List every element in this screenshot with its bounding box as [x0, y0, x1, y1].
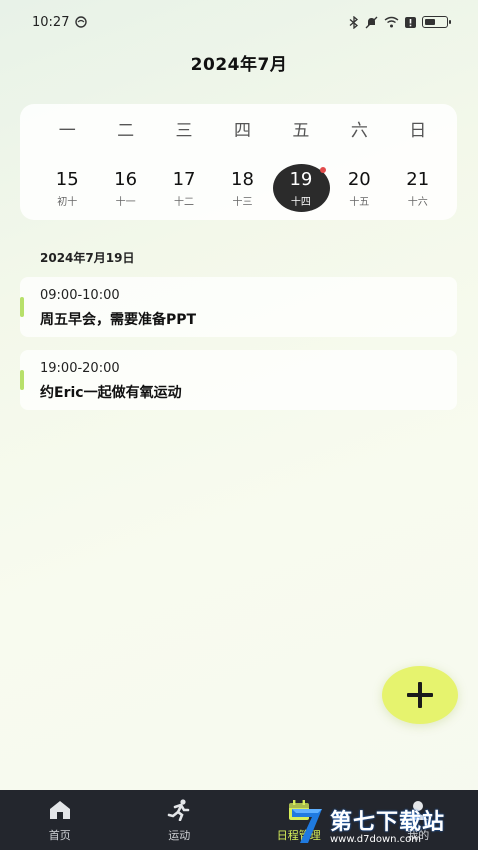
battery-icon	[422, 16, 451, 28]
lunar-date: 十一	[115, 196, 136, 208]
event-color-bar	[20, 297, 24, 317]
day-number: 19	[289, 168, 313, 190]
lunar-date: 十五	[349, 196, 370, 208]
add-event-button[interactable]	[382, 666, 458, 724]
day-cell-19-selected[interactable]: 19 十四	[272, 164, 330, 212]
watermark-title: 第七下载站	[330, 809, 446, 835]
weekday-label: 六	[350, 121, 368, 141]
day-cell-17[interactable]: 17 十二	[155, 164, 213, 212]
weekday-label: 一	[58, 121, 76, 141]
tab-home[interactable]: 首页	[0, 790, 120, 850]
mute-icon	[365, 16, 378, 28]
week-calendar: 一 二 三 四 五 六 日 15 初十 16 十一 17 十二 18 十三 19…	[20, 104, 457, 220]
lunar-date: 十三	[232, 196, 253, 208]
wifi-icon	[384, 16, 399, 28]
status-bar: 10:27	[0, 0, 478, 44]
event-time: 19:00-20:00	[40, 361, 120, 376]
lunar-date: 十六	[407, 196, 428, 208]
running-icon	[167, 799, 190, 821]
tab-label: 运动	[168, 829, 191, 842]
lunar-date: 十二	[174, 196, 195, 208]
event-card[interactable]: 09:00-10:00 周五早会，需要准备PPT	[20, 277, 457, 337]
date-row: 15 初十 16 十一 17 十二 18 十三 19 十四 20 十五 21 十…	[38, 164, 447, 212]
day-number: 18	[231, 168, 254, 190]
weekday-label: 五	[292, 121, 310, 141]
home-icon	[49, 801, 70, 819]
tab-label: 首页	[48, 829, 71, 842]
weekday-label: 三	[175, 121, 193, 141]
event-title: 约Eric一起做有氧运动	[40, 385, 182, 401]
weekday-row: 一 二 三 四 五 六 日	[38, 116, 447, 141]
day-cell-16[interactable]: 16 十一	[96, 164, 154, 212]
day-cell-15[interactable]: 15 初十	[38, 164, 96, 212]
event-color-bar	[20, 370, 24, 390]
day-number: 20	[347, 168, 371, 190]
status-right	[349, 15, 451, 29]
status-left: 10:27	[32, 14, 88, 30]
weekday-label: 日	[409, 121, 427, 141]
lunar-date: 初十	[57, 196, 78, 208]
day-number: 15	[55, 168, 79, 190]
day-number: 16	[114, 168, 138, 190]
watermark-logo-icon	[292, 809, 322, 843]
lunar-date: 十四	[290, 196, 311, 208]
weekday-label: 四	[233, 121, 251, 141]
month-title[interactable]: 2024年7月	[0, 50, 478, 75]
day-cell-20[interactable]: 20 十五	[330, 164, 388, 212]
day-number: 17	[172, 168, 196, 190]
notification-icon	[75, 16, 88, 28]
event-title: 周五早会，需要准备PPT	[40, 312, 197, 328]
day-number: 21	[406, 168, 430, 190]
alert-icon	[405, 16, 416, 28]
plus-icon	[407, 682, 433, 708]
bluetooth-icon	[349, 15, 359, 29]
event-card[interactable]: 19:00-20:00 约Eric一起做有氧运动	[20, 350, 457, 410]
status-time: 10:27	[32, 14, 70, 30]
day-cell-18[interactable]: 18 十三	[213, 164, 271, 212]
event-time: 09:00-10:00	[40, 288, 120, 303]
weekday-label: 二	[117, 121, 135, 141]
selected-date-heading: 2024年7月19日	[40, 251, 135, 265]
watermark: 第七下载站 www.d7down.com	[288, 798, 478, 850]
event-dot-indicator	[320, 167, 327, 173]
watermark-text: 第七下载站 www.d7down.com	[330, 804, 445, 845]
day-cell-21[interactable]: 21 十六	[389, 164, 447, 212]
tab-sport[interactable]: 运动	[120, 790, 240, 850]
